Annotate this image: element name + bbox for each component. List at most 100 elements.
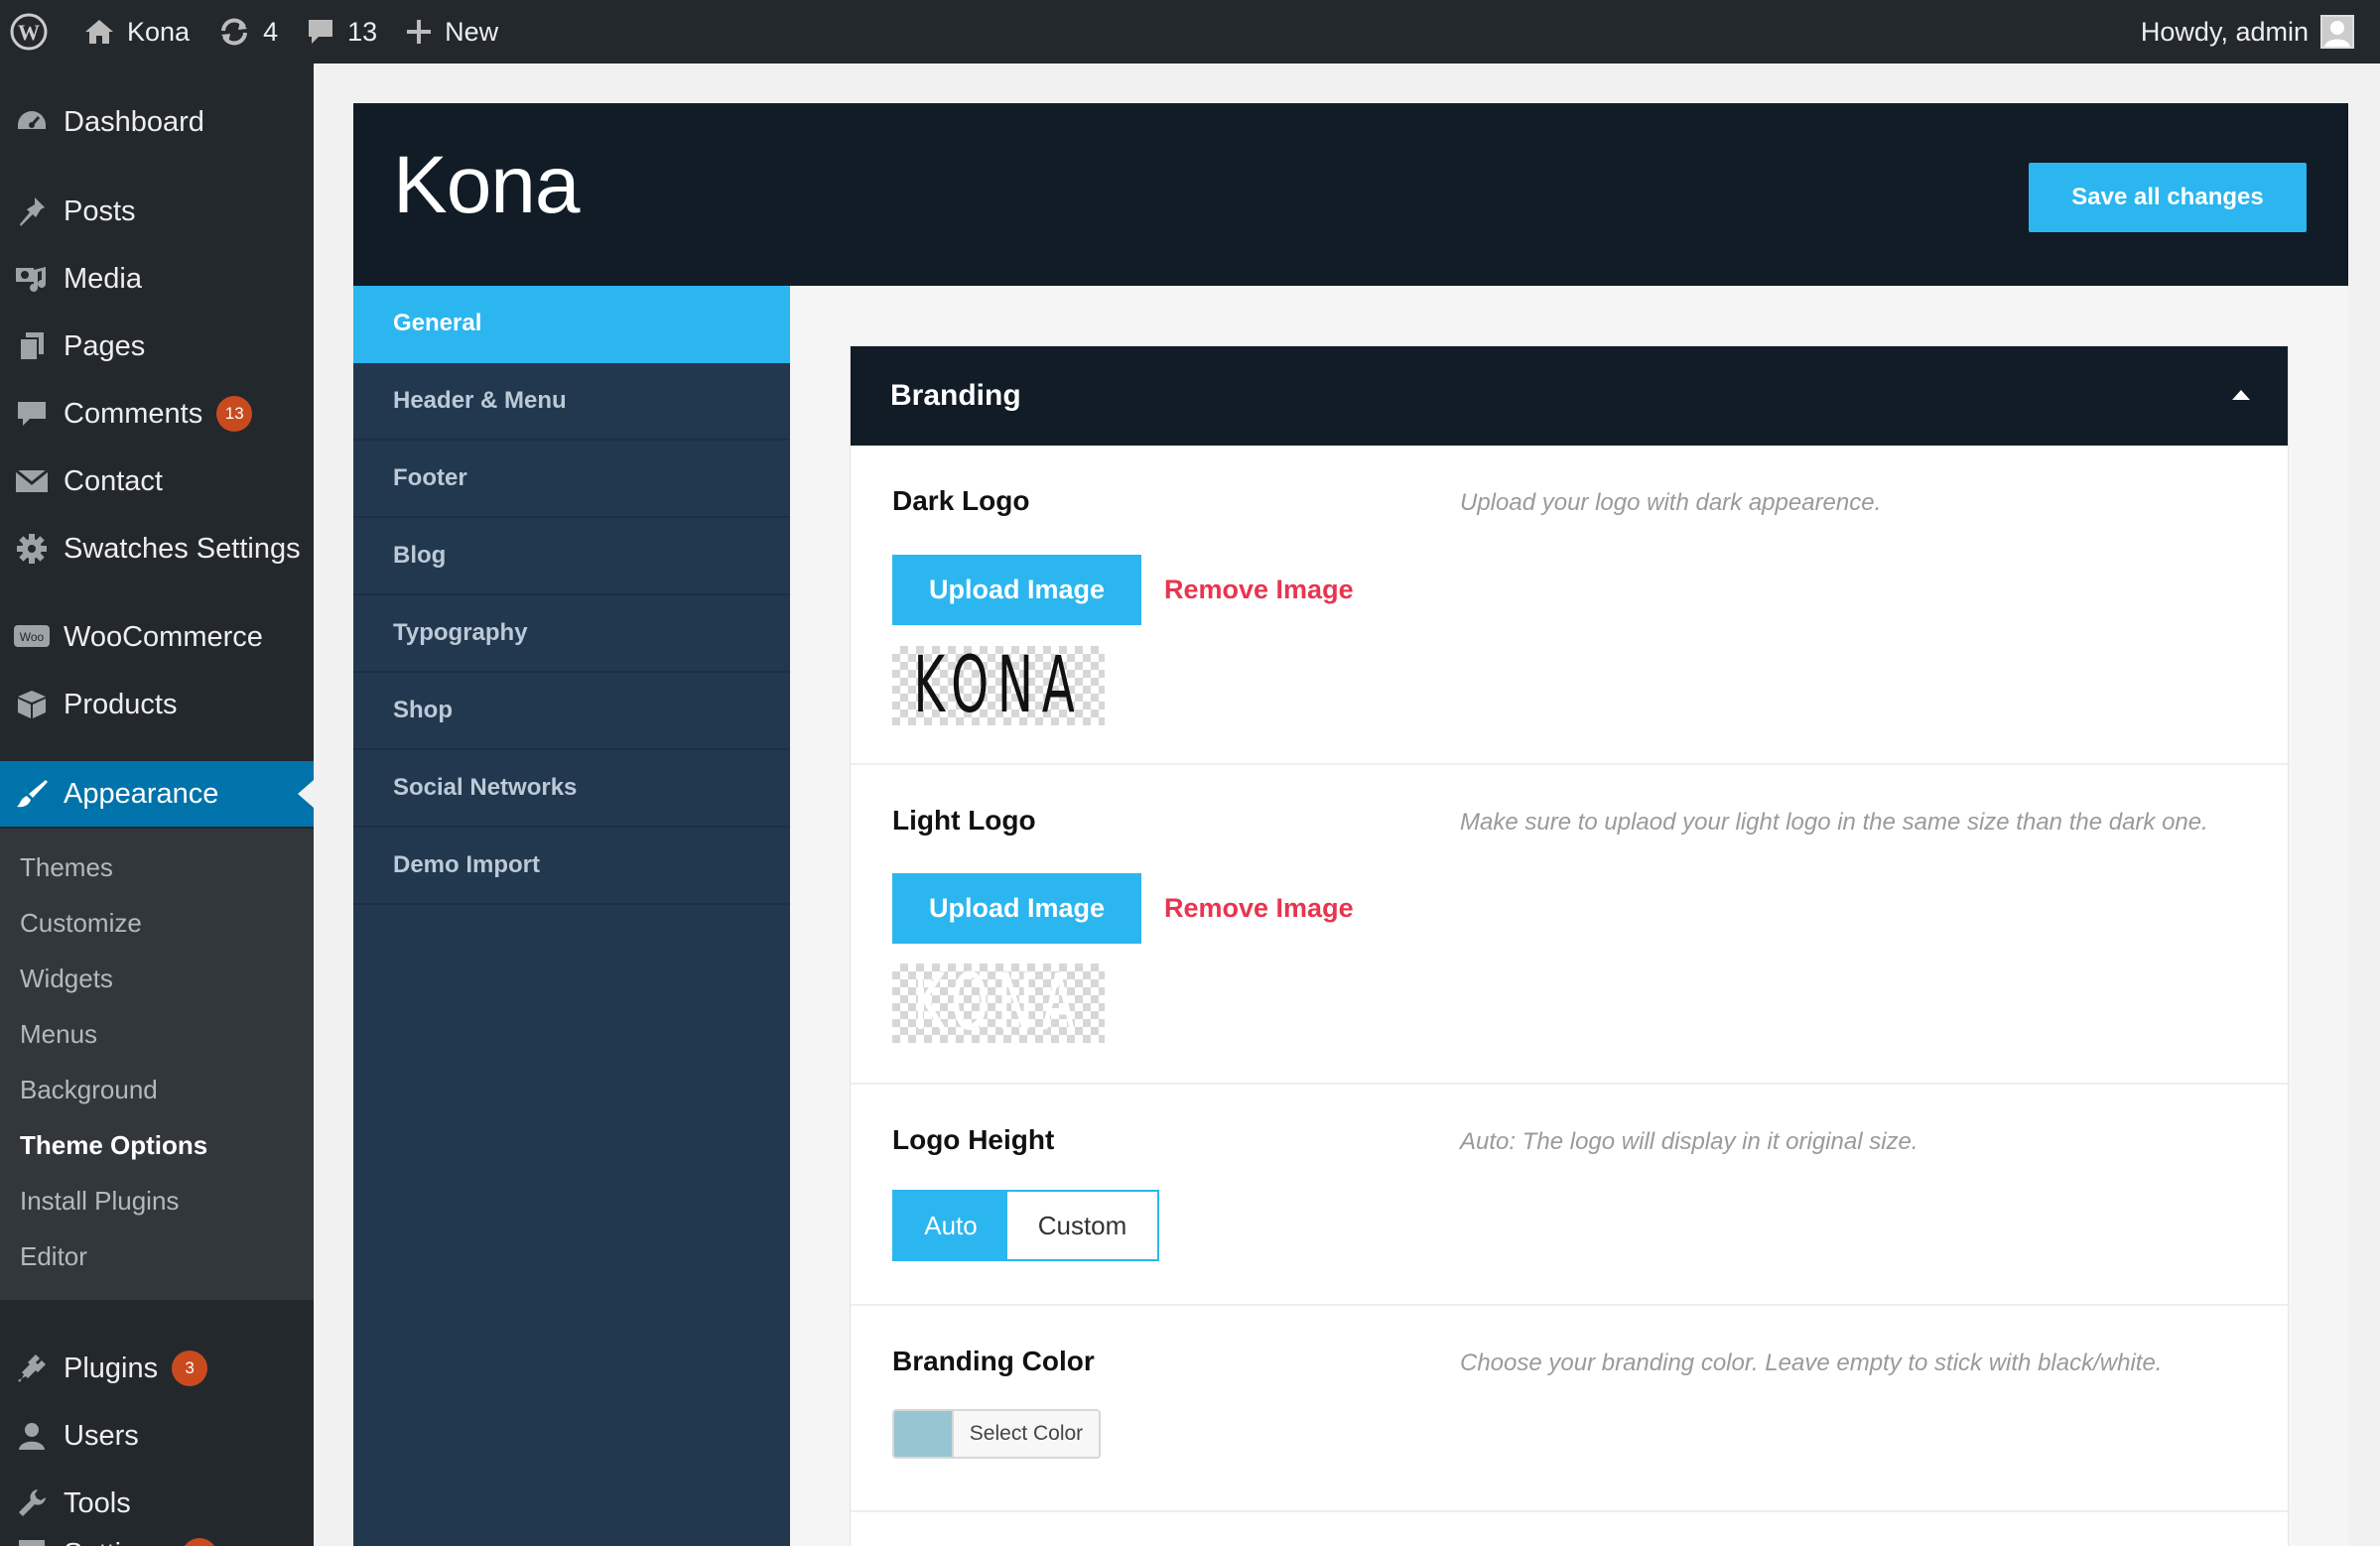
theme-options-content: Branding Dark Logo Upload your logo with… [790, 286, 2348, 1546]
tab-social-networks[interactable]: Social Networks [353, 750, 790, 828]
menu-item-posts[interactable]: Posts [0, 179, 314, 244]
avatar [2320, 15, 2354, 49]
branding-color-field: Branding Color Choose your branding colo… [851, 1306, 2290, 1512]
logo-text: KONA [913, 646, 1084, 725]
menu-item-media[interactable]: Media [0, 246, 314, 312]
menu-item-comments[interactable]: Comments 13 [0, 381, 314, 447]
settings-sliders-icon [0, 1538, 64, 1546]
logo-text: KONA [913, 964, 1084, 1043]
menu-label: Contact [64, 464, 163, 497]
menu-item-contact[interactable]: Contact [0, 449, 314, 514]
menu-item-appearance[interactable]: Appearance [0, 761, 314, 827]
wordpress-logo-button[interactable]: W [0, 0, 69, 64]
howdy-text: Howdy, admin [2140, 16, 2309, 47]
refresh-icon [217, 17, 251, 47]
collapse-caret-icon[interactable] [2232, 390, 2250, 400]
user-icon [0, 1420, 64, 1452]
comments-count: 13 [347, 16, 378, 47]
theme-options-nav: General Header & Menu Footer Blog Typogr… [353, 286, 790, 1546]
menu-item-swatches-settings[interactable]: Swatches Settings [0, 516, 314, 581]
site-name-link[interactable]: Kona [69, 0, 203, 64]
logo-height-field: Logo Height Auto: The logo will display … [851, 1085, 2290, 1306]
menu-item-settings[interactable]: Settings 1 [0, 1538, 314, 1546]
theme-options-header: Kona Save all changes [353, 103, 2348, 286]
comments-link[interactable]: 13 [292, 0, 391, 64]
menu-label: Settings [64, 1538, 168, 1546]
tab-general[interactable]: General [353, 286, 790, 363]
menu-item-woocommerce[interactable]: Woo WooCommerce [0, 604, 314, 670]
new-label: New [445, 16, 499, 47]
admin-bar: W Kona 4 13 New Howdy, admin [0, 0, 2380, 64]
plug-icon [0, 1353, 64, 1384]
menu-label: WooCommerce [64, 620, 263, 653]
dark-logo-field: Dark Logo Upload your logo with dark app… [851, 446, 2290, 765]
page-title: Kona [393, 140, 581, 230]
box-icon [0, 689, 64, 720]
menu-item-users[interactable]: Users [0, 1403, 314, 1469]
envelope-icon [0, 468, 64, 494]
menu-label: Plugins [64, 1352, 159, 1384]
logo-height-auto-option[interactable]: Auto [894, 1192, 1007, 1259]
menu-label: Comments [64, 397, 203, 430]
submenu-item-background[interactable]: Background [20, 1062, 158, 1117]
new-content-link[interactable]: New [391, 0, 512, 64]
light-logo-upload-button[interactable]: Upload Image [892, 873, 1141, 944]
user-silhouette-icon [2324, 21, 2350, 47]
light-logo-preview: KONA [892, 964, 1105, 1043]
menu-label: Posts [64, 194, 136, 227]
dark-logo-upload-button[interactable]: Upload Image [892, 555, 1141, 625]
submenu-item-widgets[interactable]: Widgets [20, 951, 113, 1006]
admin-menu: Dashboard Posts Media Pages Comments 13 … [0, 64, 314, 1546]
submenu-item-install-plugins[interactable]: Install Plugins [20, 1173, 179, 1228]
field-description: Upload your logo with dark appearence. [1460, 489, 1882, 516]
field-title: Dark Logo [892, 485, 1030, 516]
branding-section-header[interactable]: Branding [851, 346, 2288, 446]
menu-item-pages[interactable]: Pages [0, 314, 314, 379]
branding-color-picker[interactable]: Select Color [892, 1409, 1101, 1459]
tab-header-menu[interactable]: Header & Menu [353, 363, 790, 441]
field-title: Branding Color [892, 1346, 1095, 1376]
menu-item-products[interactable]: Products [0, 672, 314, 737]
menu-label: Products [64, 688, 178, 720]
wordpress-icon: W [10, 13, 48, 51]
menu-label: Dashboard [64, 105, 204, 138]
light-logo-remove-link[interactable]: Remove Image [1164, 893, 1354, 924]
menu-item-plugins[interactable]: Plugins 3 [0, 1336, 314, 1401]
tab-blog[interactable]: Blog [353, 518, 790, 595]
dark-logo-remove-link[interactable]: Remove Image [1164, 575, 1354, 605]
menu-label: Users [64, 1419, 139, 1452]
tab-shop[interactable]: Shop [353, 673, 790, 750]
menu-label: Tools [64, 1486, 131, 1519]
paintbrush-icon [0, 778, 64, 810]
submenu-item-menus[interactable]: Menus [20, 1006, 97, 1062]
pages-icon [0, 330, 64, 362]
menu-label: Swatches Settings [64, 532, 301, 565]
site-name: Kona [127, 16, 191, 47]
updates-count: 4 [263, 16, 279, 47]
menu-item-dashboard[interactable]: Dashboard [0, 89, 314, 155]
submenu-item-customize[interactable]: Customize [20, 895, 142, 951]
submenu-item-themes[interactable]: Themes [20, 839, 113, 895]
menu-item-tools[interactable]: Tools [0, 1471, 314, 1536]
submenu-item-theme-options[interactable]: Theme Options [20, 1117, 207, 1173]
field-description: Make sure to uplaod your light logo in t… [1460, 809, 2208, 836]
tab-typography[interactable]: Typography [353, 595, 790, 673]
logo-height-toggle: Auto Custom [892, 1190, 1159, 1261]
menu-label: Pages [64, 329, 146, 362]
save-all-changes-button[interactable]: Save all changes [2029, 163, 2307, 232]
tab-demo-import[interactable]: Demo Import [353, 828, 790, 905]
select-color-label: Select Color [969, 1422, 1084, 1445]
settings-badge: 1 [181, 1538, 217, 1546]
section-title: Branding [890, 379, 1021, 412]
media-icon [0, 264, 64, 294]
my-account-link[interactable]: Howdy, admin [2127, 0, 2368, 64]
branding-section: Branding Dark Logo Upload your logo with… [850, 345, 2290, 1546]
menu-label: Media [64, 262, 142, 295]
logo-height-custom-option[interactable]: Custom [1007, 1192, 1157, 1259]
updates-link[interactable]: 4 [203, 0, 292, 64]
light-logo-field: Light Logo Make sure to uplaod your ligh… [851, 765, 2290, 1085]
submenu-item-editor[interactable]: Editor [20, 1228, 87, 1284]
color-swatch[interactable] [894, 1411, 954, 1457]
field-description: Choose your branding color. Leave empty … [1460, 1350, 2163, 1376]
tab-footer[interactable]: Footer [353, 441, 790, 518]
